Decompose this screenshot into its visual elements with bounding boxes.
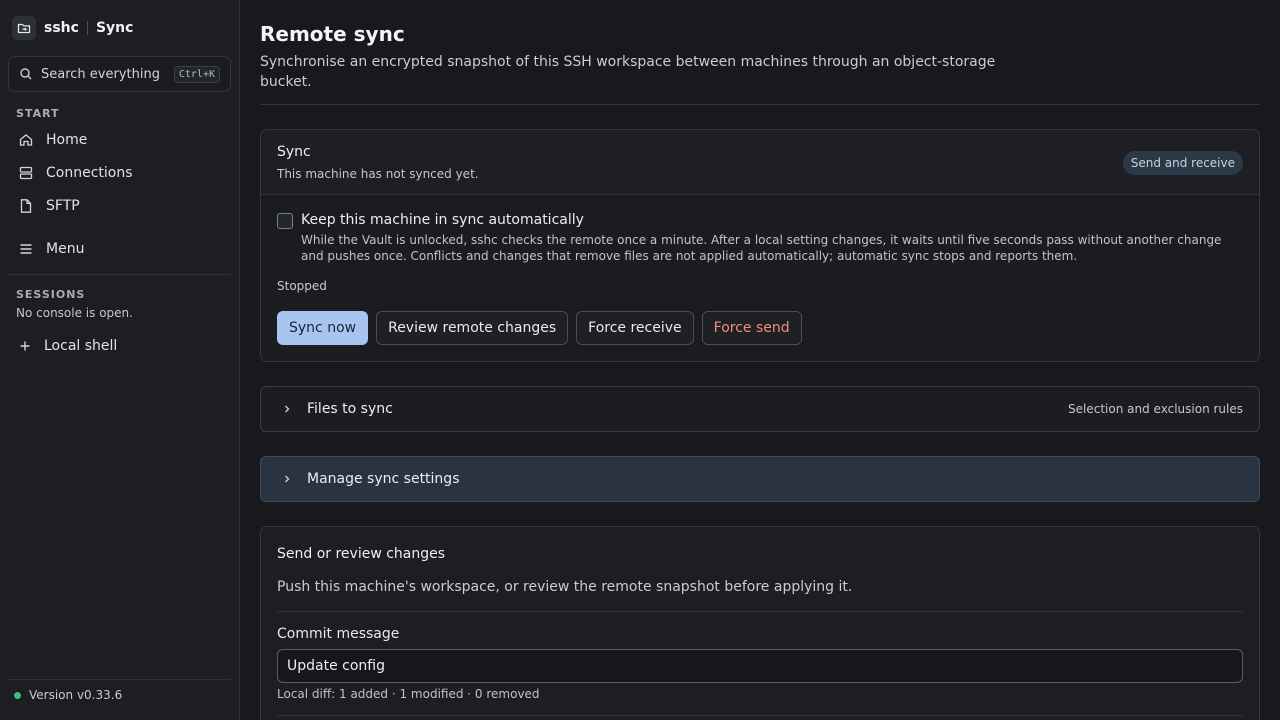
- sync-card: Sync This machine has not synced yet. Se…: [260, 129, 1260, 362]
- plus-icon: [20, 341, 30, 351]
- files-to-sync-meta: Selection and exclusion rules: [1068, 402, 1243, 416]
- sidebar-item-home[interactable]: Home: [8, 125, 231, 155]
- auto-sync-label[interactable]: Keep this machine in sync automatically: [301, 212, 584, 228]
- sync-card-header: Sync This machine has not synced yet. Se…: [261, 130, 1259, 195]
- force-receive-button[interactable]: Force receive: [576, 311, 694, 345]
- commit-message-input[interactable]: [277, 649, 1243, 683]
- search-icon: [20, 68, 32, 80]
- home-icon: [19, 134, 33, 146]
- sidebar-item-connections[interactable]: Connections: [8, 158, 231, 188]
- page-description: Synchronise an encrypted snapshot of thi…: [260, 54, 996, 90]
- server-icon: [19, 166, 33, 180]
- commit-message-label: Commit message: [277, 626, 400, 642]
- status-dot-icon: [14, 691, 21, 699]
- review-remote-changes-button[interactable]: Review remote changes: [376, 311, 569, 345]
- page-title: Remote sync: [260, 22, 405, 46]
- search-button[interactable]: Search everything Ctrl+K: [8, 56, 231, 92]
- chevron-right-icon: [285, 405, 290, 413]
- files-to-sync-title: Files to sync: [307, 401, 393, 417]
- sidebar-footer-divider: [8, 679, 231, 680]
- local-shell-button[interactable]: Local shell: [8, 331, 231, 361]
- chevron-right-icon: [285, 475, 290, 483]
- auto-sync-help-text: While the Vault is unlocked, sshc checks…: [301, 233, 1222, 263]
- sync-card-title: Sync: [277, 144, 311, 160]
- files-to-sync-section[interactable]: Files to sync Selection and exclusion ru…: [260, 386, 1260, 432]
- brand-separator: [86, 21, 88, 35]
- app-name: sshc: [44, 20, 79, 36]
- start-section-label: START: [16, 107, 60, 120]
- force-send-button[interactable]: Force send: [701, 311, 802, 345]
- send-review-title: Send or review changes: [277, 546, 446, 562]
- sidebar-item-sftp[interactable]: SFTP: [8, 191, 231, 221]
- manage-sync-settings-title: Manage sync settings: [307, 471, 460, 487]
- file-icon: [20, 199, 32, 213]
- title-divider: [260, 104, 1260, 105]
- send-review-card: Send or review changes Push this machine…: [260, 526, 1260, 720]
- send-review-divider: [277, 611, 1243, 612]
- send-review-description: Push this machine's workspace, or review…: [277, 579, 853, 595]
- search-label: Search everything: [41, 66, 160, 82]
- manage-sync-settings-section[interactable]: Manage sync settings: [260, 456, 1260, 502]
- sync-now-button[interactable]: Sync now: [277, 311, 369, 345]
- sidebar-item-menu[interactable]: Menu: [8, 234, 231, 264]
- current-page-name: Sync: [95, 20, 134, 36]
- menu-icon: [20, 244, 32, 254]
- version-indicator: Version v0.33.6: [14, 688, 122, 702]
- sync-card-body: Keep this machine in sync automatically …: [261, 195, 1259, 361]
- sync-actions: Sync now Review remote changes Force rec…: [277, 311, 802, 345]
- local-diff-summary: Local diff: 1 added · 1 modified · 0 rem…: [277, 687, 540, 701]
- version-label: Version v0.33.6: [29, 688, 123, 702]
- main-content: Remote sync Synchronise an encrypted sna…: [260, 0, 1260, 720]
- local-shell-label: Local shell: [44, 338, 118, 354]
- brand[interactable]: sshc Sync: [12, 16, 133, 40]
- auto-sync-checkbox[interactable]: [277, 213, 293, 229]
- sidebar-item-label: Home: [46, 132, 88, 148]
- no-console-message: No console is open.: [16, 306, 133, 320]
- folder-sync-icon: [12, 16, 36, 40]
- sidebar-item-label: Connections: [46, 165, 133, 181]
- sidebar-item-label: SFTP: [46, 198, 80, 214]
- sidebar: sshc Sync Search everything Ctrl+K START…: [0, 0, 240, 720]
- sidebar-item-label: Menu: [46, 241, 85, 257]
- sidebar-divider: [8, 274, 231, 275]
- send-review-divider: [277, 715, 1243, 716]
- sync-status-message: This machine has not synced yet.: [277, 167, 479, 181]
- sessions-section-label: SESSIONS: [16, 288, 86, 301]
- auto-sync-status: Stopped: [277, 279, 327, 293]
- search-shortcut: Ctrl+K: [173, 65, 220, 83]
- sync-mode-badge: Send and receive: [1122, 151, 1243, 175]
